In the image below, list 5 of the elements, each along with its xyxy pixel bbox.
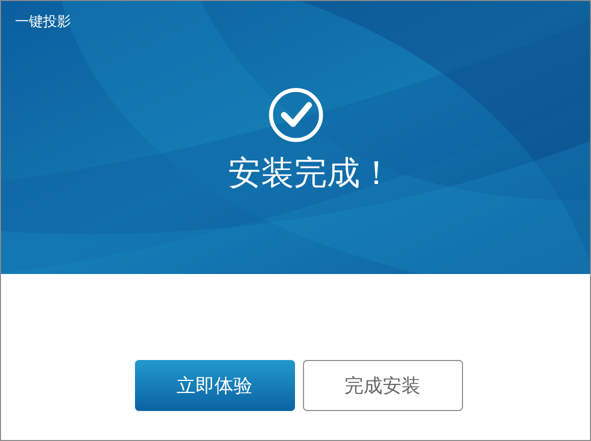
completion-message: 安装完成！ xyxy=(228,152,393,194)
check-circle-icon xyxy=(268,87,324,143)
try-now-button[interactable]: 立即体验 xyxy=(134,360,294,411)
window-title: 一键投影 xyxy=(15,13,71,31)
finish-button[interactable]: 完成安装 xyxy=(302,360,462,411)
